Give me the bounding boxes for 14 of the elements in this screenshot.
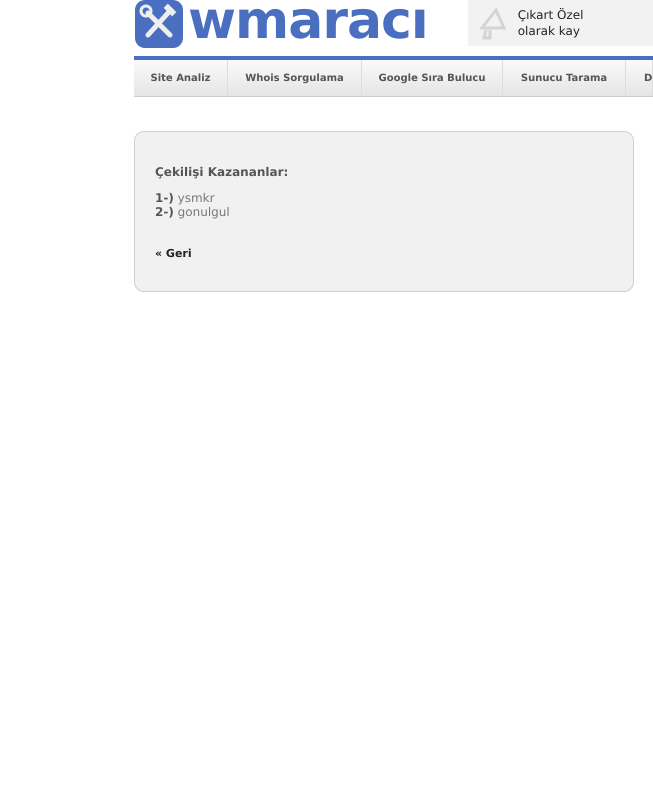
winner-entry: 2-) gonulgul (155, 205, 231, 219)
nav-tab[interactable]: Whois Sorgulama (228, 60, 362, 96)
nav-tab[interactable]: Sunucu Tarama (503, 60, 626, 96)
back-link[interactable]: « Geri (155, 247, 192, 260)
site-logo[interactable]: wmaracı (188, 0, 428, 45)
winner-entry: 1-) ysmkr (155, 191, 216, 205)
promo-text: Çıkart Özel (518, 7, 584, 23)
promo-banner[interactable]: Çıkart Özel olarak kay (468, 0, 653, 46)
panel-heading: Çekilişi Kazananlar: (155, 165, 290, 179)
promo-text: olarak kay (518, 23, 581, 39)
nav-tab[interactable]: Google Sıra Bulucu (362, 60, 503, 96)
nav-tab[interactable]: D (626, 60, 653, 96)
tools-icon (134, 0, 184, 49)
nav-tab[interactable]: Site Analiz (134, 60, 228, 96)
